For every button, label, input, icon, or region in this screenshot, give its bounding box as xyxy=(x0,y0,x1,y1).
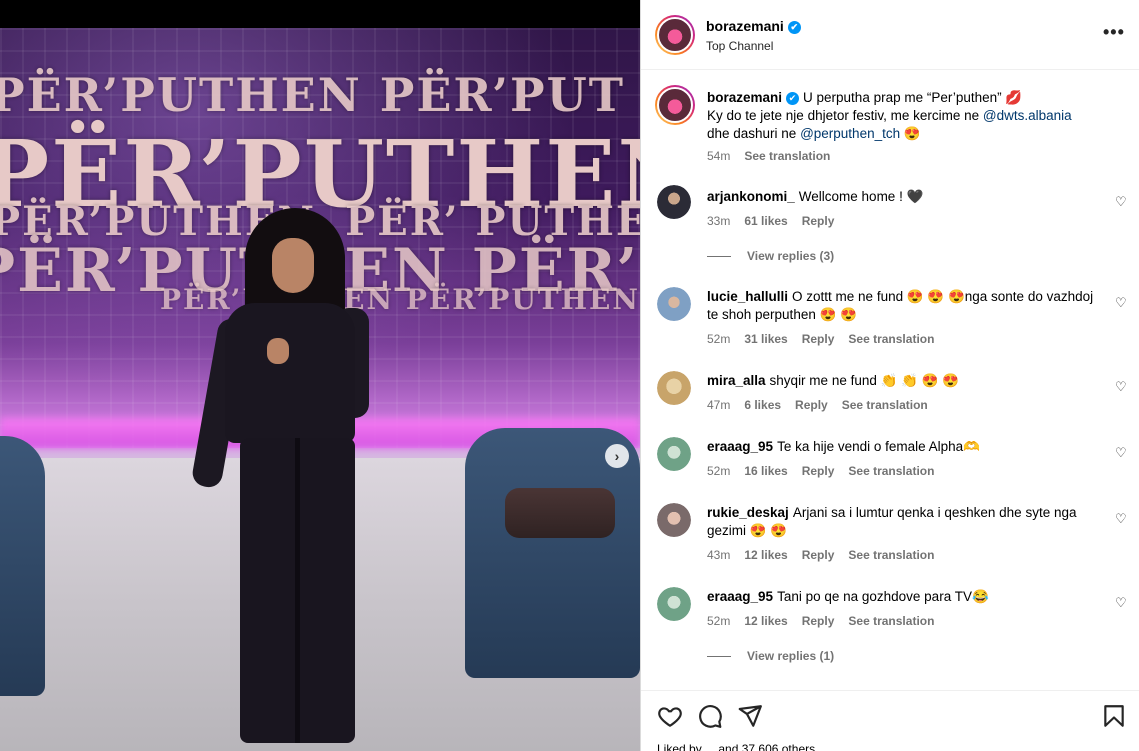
caption-text: borazemani ✔ U perputha prap me “Per’puthe… xyxy=(707,89,1096,143)
comment-meta: 52m 31 likes Reply See translation xyxy=(707,332,948,346)
comment-meta: 52m 16 likes Reply See translation xyxy=(707,464,948,478)
hand xyxy=(267,338,289,364)
timestamp[interactable]: 47m xyxy=(707,398,730,412)
view-replies-button[interactable]: View replies (1) xyxy=(707,649,834,663)
post-image: PËR’PUTHEN PËR’PUT PËR’PUTHEN PËR’PUTHEN… xyxy=(0,28,640,751)
mention-link[interactable]: @perputhen_tch xyxy=(800,126,900,141)
comment-username[interactable]: rukie_deskaj xyxy=(707,505,789,520)
post-username[interactable]: borazemani ✔ xyxy=(706,18,801,34)
see-translation-link[interactable]: See translation xyxy=(848,614,934,628)
heart-icon[interactable]: ♡ xyxy=(1115,379,1127,395)
timestamp[interactable]: 52m xyxy=(707,332,730,346)
share-icon[interactable] xyxy=(737,703,763,729)
reply-button[interactable]: Reply xyxy=(795,398,828,412)
post-side-panel: borazemani ✔ Top Channel ••• borazemani ✔ U… xyxy=(640,0,1139,751)
heart-icon[interactable]: ♡ xyxy=(1115,445,1127,461)
comment-username[interactable]: eraaag_95 xyxy=(707,439,773,454)
comment-body: lucie_hallulli O zottt me ne fund 😍 😍 😍ng… xyxy=(707,288,1096,324)
comment-meta: 52m 12 likes Reply See translation xyxy=(707,614,948,628)
mention-link[interactable]: @dwts.albania xyxy=(983,108,1072,123)
backdrop-text: PËR’PUTHEN PËR’PUT xyxy=(0,68,625,122)
likes-count[interactable]: 6 likes xyxy=(744,398,781,412)
caption-line: Ky do te jete nje dhjetor festiv, me ker… xyxy=(707,108,983,123)
caption-line: dhe dashuri ne xyxy=(707,126,801,141)
avatar[interactable] xyxy=(657,437,691,471)
carousel-next-button[interactable]: › xyxy=(605,444,629,468)
heart-icon[interactable] xyxy=(657,703,683,729)
avatar[interactable] xyxy=(655,85,695,125)
comment-icon[interactable] xyxy=(697,703,723,729)
timestamp[interactable]: 52m xyxy=(707,464,730,478)
comment-body: mira_alla shyqir me ne fund 👏 👏 😍 😍 xyxy=(707,372,1096,390)
save-icon[interactable] xyxy=(1101,703,1127,729)
media-top-bar xyxy=(0,0,640,28)
trousers xyxy=(240,438,355,743)
verified-icon: ✔ xyxy=(786,91,800,105)
avatar[interactable] xyxy=(657,371,691,405)
timestamp[interactable]: 54m xyxy=(707,149,730,163)
liked-by-text[interactable]: Liked by ... and 37,606 others xyxy=(657,742,815,751)
likes-count[interactable]: 31 likes xyxy=(744,332,787,346)
armchair-left xyxy=(0,436,45,696)
see-translation-link[interactable]: See translation xyxy=(842,398,928,412)
comment-username[interactable]: eraaag_95 xyxy=(707,589,773,604)
heart-icon[interactable]: ♡ xyxy=(1115,295,1127,311)
comment-text: Wellcome home ! 🖤 xyxy=(798,189,924,204)
likes-count[interactable]: 61 likes xyxy=(744,214,787,228)
heart-icon[interactable]: ♡ xyxy=(1115,511,1127,527)
caption-meta: 54m See translation xyxy=(707,149,844,163)
see-translation-link[interactable]: See translation xyxy=(848,332,934,346)
avatar[interactable] xyxy=(657,587,691,621)
avatar[interactable] xyxy=(657,503,691,537)
see-translation-link[interactable]: See translation xyxy=(744,149,830,163)
comment-body: arjankonomi_ Wellcome home ! 🖤 xyxy=(707,188,1096,206)
verified-icon: ✔ xyxy=(787,20,801,34)
comment-meta: 43m 12 likes Reply See translation xyxy=(707,548,948,562)
comment-body: rukie_deskaj Arjani sa i lumtur qenka i q… xyxy=(707,504,1096,540)
reply-button[interactable]: Reply xyxy=(802,614,835,628)
comment-body: eraaag_95 Te ka hije vendi o female Alpha… xyxy=(707,438,1096,456)
woman-figure xyxy=(190,208,380,748)
post-location[interactable]: Top Channel xyxy=(706,39,773,53)
timestamp[interactable]: 43m xyxy=(707,548,730,562)
avatar[interactable] xyxy=(657,287,691,321)
reply-button[interactable]: Reply xyxy=(802,464,835,478)
comment-username[interactable]: mira_alla xyxy=(707,373,766,388)
comment-meta: 33m 61 likes Reply xyxy=(707,214,848,228)
comment-body: eraaag_95 Tani po qe na gozhdove para TV😂 xyxy=(707,588,1096,606)
comment-username[interactable]: arjankonomi_ xyxy=(707,189,795,204)
reply-button[interactable]: Reply xyxy=(802,214,835,228)
avatar[interactable] xyxy=(657,185,691,219)
caption-line: 😍 xyxy=(900,126,921,141)
timestamp[interactable]: 33m xyxy=(707,214,730,228)
comment-text: Tani po qe na gozhdove para TV😂 xyxy=(777,589,989,604)
more-icon[interactable]: ••• xyxy=(1103,22,1125,43)
likes-count[interactable]: 12 likes xyxy=(744,614,787,628)
post-header: borazemani ✔ Top Channel ••• xyxy=(641,0,1139,70)
comment-text: shyqir me ne fund 👏 👏 😍 😍 xyxy=(769,373,960,388)
see-translation-link[interactable]: See translation xyxy=(848,464,934,478)
heart-icon[interactable]: ♡ xyxy=(1115,595,1127,611)
likes-count[interactable]: 16 likes xyxy=(744,464,787,478)
cushion xyxy=(505,488,615,538)
comment-text: Te ka hije vendi o female Alpha🫶 xyxy=(777,439,980,454)
face xyxy=(272,238,314,293)
comments-list[interactable]: borazemani ✔ U perputha prap me “Per’puthe… xyxy=(641,71,1139,689)
username-link[interactable]: borazemani xyxy=(706,18,784,34)
caption-line: U perputha prap me “Per’puthen” 💋 xyxy=(803,90,1023,105)
comment-username[interactable]: lucie_hallulli xyxy=(707,289,788,304)
caption-username[interactable]: borazemani xyxy=(707,90,782,105)
heart-icon[interactable]: ♡ xyxy=(1115,194,1127,210)
view-replies-button[interactable]: View replies (3) xyxy=(707,249,834,263)
likes-count[interactable]: 12 likes xyxy=(744,548,787,562)
blazer xyxy=(225,303,355,443)
reply-button[interactable]: Reply xyxy=(802,332,835,346)
comment-meta: 47m 6 likes Reply See translation xyxy=(707,398,942,412)
reply-button[interactable]: Reply xyxy=(802,548,835,562)
caption-row: borazemani ✔ U perputha prap me “Per’puthe… xyxy=(641,85,1139,165)
see-translation-link[interactable]: See translation xyxy=(848,548,934,562)
avatar[interactable] xyxy=(655,15,695,55)
timestamp[interactable]: 52m xyxy=(707,614,730,628)
